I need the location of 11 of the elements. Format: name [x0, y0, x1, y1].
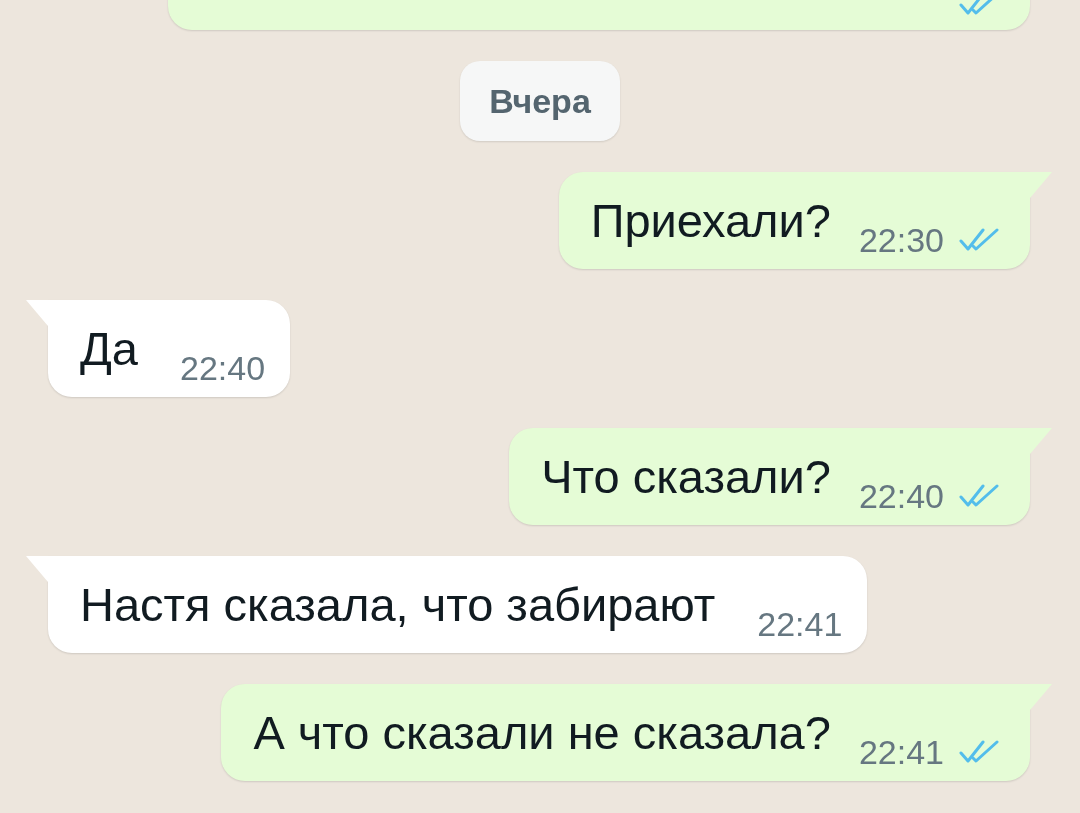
message-text: Да: [80, 322, 138, 375]
message-text: Приехали?: [590, 194, 831, 247]
message-text: А что сказали не сказала?: [253, 706, 831, 759]
message-time: 22:40: [180, 351, 266, 385]
message-text: Что сказали?: [541, 450, 831, 503]
message-time: 22:30: [858, 223, 944, 257]
message-time: 22:41: [757, 607, 843, 641]
message-time: 22:41: [858, 735, 944, 769]
message-text: Настя сказала, что забирают: [80, 578, 716, 631]
date-chip: Вчера: [460, 61, 620, 141]
message-time: 22:40: [858, 479, 944, 513]
